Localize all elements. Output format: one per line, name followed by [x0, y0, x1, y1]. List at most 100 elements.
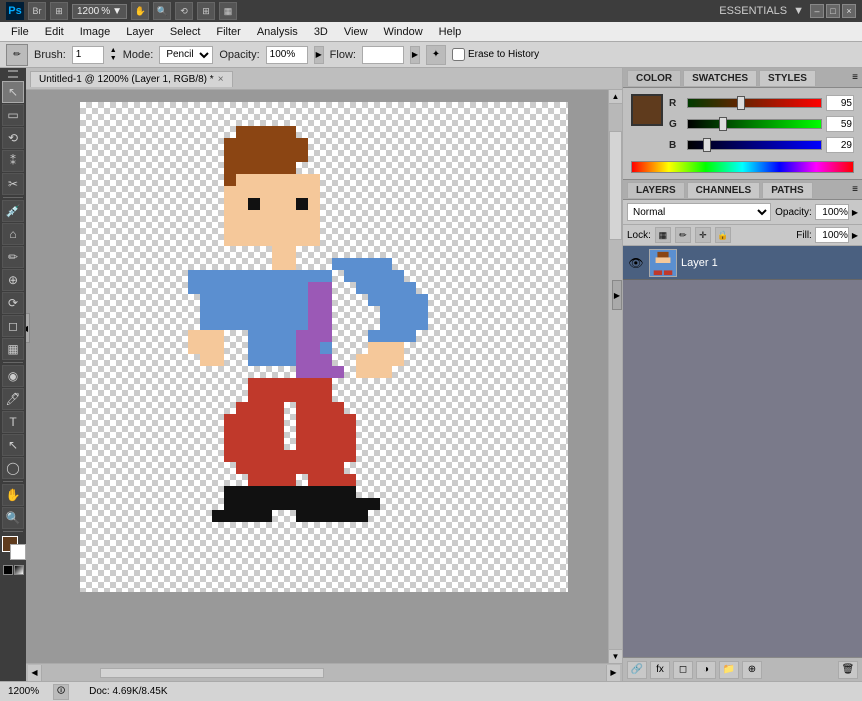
menu-select[interactable]: Select	[163, 24, 208, 40]
type-tool[interactable]: T	[2, 411, 24, 433]
new-layer-btn[interactable]: ⊕	[742, 661, 762, 679]
close-button[interactable]: ×	[842, 4, 856, 18]
b-slider-thumb[interactable]	[703, 138, 711, 152]
zoom-tool-left[interactable]: 🔍	[2, 507, 24, 529]
color-preview-swatch[interactable]	[631, 94, 663, 126]
hscroll-right-btn[interactable]: ▶	[606, 665, 620, 681]
lock-transparent-btn[interactable]: ▦	[655, 227, 671, 243]
link-layers-btn[interactable]: 🔗	[627, 661, 647, 679]
layer-effects-btn[interactable]: fx	[650, 661, 670, 679]
airbrush-icon[interactable]: ✦	[426, 45, 446, 65]
vertical-scrollbar[interactable]: ▲ ▼	[608, 90, 622, 663]
menu-analysis[interactable]: Analysis	[250, 24, 305, 40]
menu-view[interactable]: View	[337, 24, 375, 40]
status-info-btn[interactable]: 🛈	[53, 684, 69, 700]
opacity-input-layers[interactable]	[815, 204, 849, 220]
layer-mask-btn[interactable]: ◻	[673, 661, 693, 679]
canvas-scroll-area[interactable]: ▲ ▼	[26, 90, 622, 663]
layers-panel-menu-btn[interactable]: ≡	[852, 184, 858, 195]
pixel-canvas[interactable]	[80, 102, 568, 592]
horizontal-scrollbar[interactable]: ◀ ▶	[26, 663, 622, 681]
menu-layer[interactable]: Layer	[119, 24, 161, 40]
lock-image-btn[interactable]: ✏	[675, 227, 691, 243]
swap-colors-btn[interactable]	[14, 565, 24, 575]
menu-edit[interactable]: Edit	[38, 24, 71, 40]
b-value-input[interactable]: 29	[826, 137, 854, 153]
panel-collapse-left[interactable]: ◀	[26, 313, 30, 343]
r-slider-track[interactable]	[687, 98, 822, 108]
opacity-arrow-btn[interactable]: ▶	[852, 208, 858, 217]
minimize-button[interactable]: –	[810, 4, 824, 18]
move-tool[interactable]: ↖	[2, 81, 24, 103]
maximize-button[interactable]: □	[826, 4, 840, 18]
fill-arrow-btn[interactable]: ▶	[852, 231, 858, 240]
color-spectrum-bar[interactable]	[631, 161, 854, 173]
hand-tool-icon[interactable]: ✋	[131, 2, 149, 20]
zoom-control[interactable]: 1200 % ▼	[72, 4, 127, 19]
menu-file[interactable]: File	[4, 24, 36, 40]
menu-help[interactable]: Help	[432, 24, 469, 40]
spot-heal-tool[interactable]: ⌂	[2, 223, 24, 245]
color-panel-menu-btn[interactable]: ≡	[852, 72, 858, 83]
blend-mode-select[interactable]: Normal	[627, 203, 771, 221]
tab-swatches[interactable]: SWATCHES	[683, 70, 757, 86]
default-colors-btn[interactable]	[3, 565, 13, 575]
eraser-tool[interactable]: ◻	[2, 315, 24, 337]
clone-stamp-tool[interactable]: ⊕	[2, 269, 24, 291]
b-slider-track[interactable]	[687, 140, 822, 150]
essentials-dropdown-icon[interactable]: ▼	[793, 5, 804, 17]
layer-item[interactable]: 👁 Layer 1	[623, 246, 862, 280]
fill-input[interactable]	[815, 227, 849, 243]
path-select-tool[interactable]: ↖	[2, 434, 24, 456]
crop-tool[interactable]: ✂	[2, 173, 24, 195]
flow-slider-btn[interactable]: ▶	[410, 46, 420, 64]
brush-size-arrows[interactable]: ▲ ▼	[110, 47, 117, 63]
new-group-btn[interactable]: 📁	[719, 661, 739, 679]
arrange-icon[interactable]: ⊞	[197, 2, 215, 20]
lock-all-btn[interactable]: 🔒	[715, 227, 731, 243]
menu-filter[interactable]: Filter	[209, 24, 247, 40]
selection-tool[interactable]: ▭	[2, 104, 24, 126]
hscroll-thumb[interactable]	[100, 668, 324, 678]
r-slider-thumb[interactable]	[737, 96, 745, 110]
delete-layer-btn[interactable]: 🗑	[838, 661, 858, 679]
brush-tool[interactable]: ✏	[2, 246, 24, 268]
g-value-input[interactable]: 59	[826, 116, 854, 132]
tab-styles[interactable]: STYLES	[759, 70, 816, 86]
erase-history-checkbox[interactable]: Erase to History	[452, 48, 539, 61]
color-swatches[interactable]	[0, 534, 26, 562]
brush-preset-btn[interactable]: ✏	[6, 44, 28, 66]
shape-tool[interactable]: ◯	[2, 457, 24, 479]
canvas-tab[interactable]: Untitled-1 @ 1200% (Layer 1, RGB/8) * ×	[30, 71, 233, 87]
dodge-tool[interactable]: ◉	[2, 365, 24, 387]
mode-select[interactable]: Pencil	[159, 46, 213, 64]
background-color[interactable]	[10, 544, 26, 560]
menu-3d[interactable]: 3D	[307, 24, 335, 40]
hscroll-left-btn[interactable]: ◀	[28, 665, 42, 681]
zoom-dropdown-icon[interactable]: ▼	[112, 6, 122, 17]
history-brush-tool[interactable]: ⟳	[2, 292, 24, 314]
rotate-icon[interactable]: ⟲	[175, 2, 193, 20]
panel-collapse-right[interactable]: ▶	[612, 280, 622, 310]
tab-channels[interactable]: CHANNELS	[687, 182, 761, 198]
opacity-slider-btn[interactable]: ▶	[314, 46, 324, 64]
eyedropper-tool[interactable]: 💉	[2, 200, 24, 222]
zoom-tool-icon[interactable]: 🔍	[153, 2, 171, 20]
hand-tool[interactable]: ✋	[2, 484, 24, 506]
g-slider-thumb[interactable]	[719, 117, 727, 131]
menu-image[interactable]: Image	[73, 24, 118, 40]
opacity-input[interactable]	[266, 46, 308, 64]
new-adjustment-btn[interactable]: ◑	[696, 661, 716, 679]
lasso-tool[interactable]: ⟲	[2, 127, 24, 149]
tab-color[interactable]: COLOR	[627, 70, 681, 86]
essentials-label[interactable]: ESSENTIALS	[719, 5, 787, 17]
menu-window[interactable]: Window	[377, 24, 430, 40]
hscroll-track[interactable]	[44, 668, 604, 678]
r-value-input[interactable]: 95	[826, 95, 854, 111]
tab-paths[interactable]: PATHS	[762, 182, 812, 198]
layer-visibility-btn[interactable]: 👁	[627, 254, 645, 272]
view-icon[interactable]: ▦	[219, 2, 237, 20]
gradient-tool[interactable]: ▦	[2, 338, 24, 360]
quick-select-tool[interactable]: ⁑	[2, 150, 24, 172]
g-slider-track[interactable]	[687, 119, 822, 129]
